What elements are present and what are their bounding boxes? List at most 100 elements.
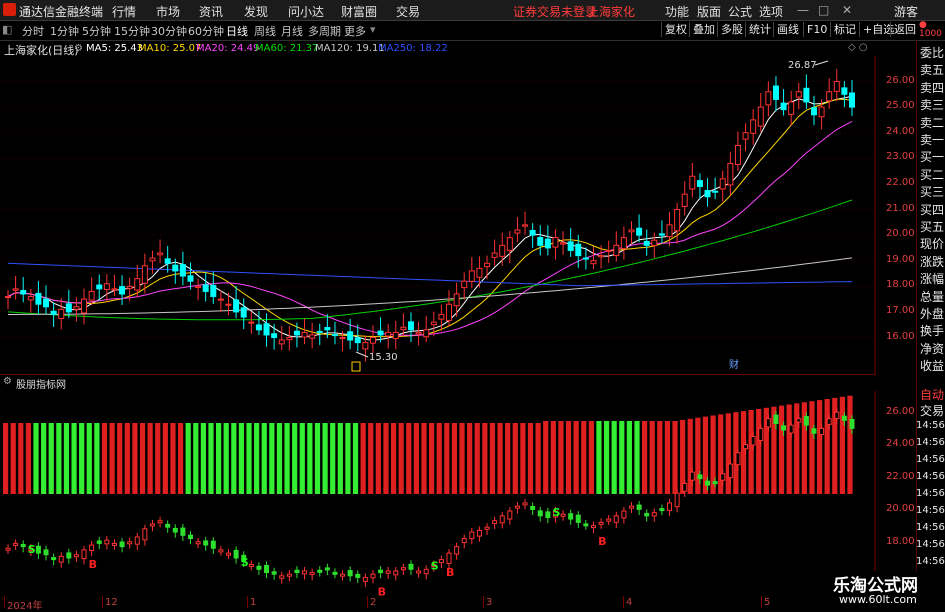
quote-field-label[interactable]: 委比 [920,44,945,61]
tab-multi-period[interactable]: 多周期 [308,23,341,39]
tongji-button[interactable]: 统计 [745,22,774,37]
diejia-button[interactable]: 叠加 [689,22,718,37]
sell-signal-label: S [431,559,439,572]
candle-body [833,81,840,92]
duogu-button[interactable]: 多股 [717,22,746,37]
date-tick-label: 12 [105,597,118,608]
menu-banmian[interactable]: 版面 [697,3,721,20]
tab-60min[interactable]: 60分钟 [188,23,224,39]
quote-field-label[interactable]: 涨幅 [920,270,945,287]
signal-bar [345,423,351,494]
tab-more[interactable]: 更多 [344,23,366,39]
mini-candle-body [233,549,239,559]
quote-field-label[interactable]: 卖四 [920,79,945,96]
user-guest[interactable]: 游客 [894,3,918,20]
signal-bar [824,399,830,494]
chart-option-icon[interactable]: ◇ ○ [848,42,868,53]
candle-body [233,299,240,313]
quote-field-label[interactable]: 买五 [920,218,945,235]
menu-xuanxiang[interactable]: 选项 [759,3,783,20]
signal-bar [505,423,511,494]
tab-monthly[interactable]: 月线 [281,23,303,39]
date-tick [247,596,248,608]
tab-daily[interactable]: 日线 [226,23,248,39]
menu-hangqing[interactable]: 行情 [112,3,136,20]
auto-trade-label[interactable]: 自动 [920,386,945,403]
signal-bar [497,423,503,494]
signal-bar [246,423,252,494]
quote-field-label[interactable]: 卖一 [920,131,945,148]
quote-field-label[interactable]: 买一 [920,148,945,165]
signal-bar [603,421,610,494]
menu-jiaoyi[interactable]: 交易 [396,3,420,20]
candle-body [278,339,285,345]
mini-candle-body [583,523,589,527]
panel-toggle-icon[interactable]: ◧ [2,23,12,36]
candle-body [377,330,384,336]
quote-field-label[interactable]: 卖二 [920,114,945,131]
candle-body [567,241,574,251]
tab-30min[interactable]: 30分钟 [151,23,187,39]
mini-candle-body [469,531,475,540]
minimize-icon[interactable]: — [797,3,809,17]
indicator-settings-icon[interactable]: ⚙ [3,376,12,387]
tab-15min[interactable]: 15分钟 [114,23,150,39]
menu-wenxiaoda[interactable]: 问小达 [288,3,324,20]
mini-candle-body [332,571,338,575]
menu-zixun[interactable]: 资讯 [199,3,223,20]
mini-candle-body [96,540,102,544]
candle-body [719,178,726,190]
quote-field-label[interactable]: 涨跌 [920,253,945,270]
menu-gongneng[interactable]: 功能 [665,3,689,20]
back-button[interactable]: 返回 [890,22,919,37]
quote-field-label[interactable]: 净资 [920,340,945,357]
trade-login-notice[interactable]: 证券交易未登录 [513,3,597,20]
indicator-chart[interactable]: BBBBSS SS [0,391,876,596]
price-tick-label: 18.00 [886,279,915,291]
menu-caifuquan[interactable]: 财富圈 [341,3,377,20]
date-tick [4,596,5,608]
tab-5min[interactable]: 5分钟 [82,23,111,39]
settings-gear-icon[interactable]: ⚙ [74,43,83,54]
tab-weekly[interactable]: 周线 [254,23,276,39]
tick-time-label: 14:56 [916,454,945,465]
mini-candle-body [172,527,178,533]
signal-bar [117,423,123,494]
tab-1min[interactable]: 1分钟 [50,23,79,39]
biaoji-button[interactable]: 标记 [830,22,859,37]
tab-fenshi[interactable]: 分时 [22,23,44,39]
close-icon[interactable]: ✕ [842,3,852,17]
more-chevron-icon[interactable]: ▾ [370,23,376,36]
quote-field-label[interactable]: 买三 [920,183,945,200]
signal-bar [147,423,153,494]
candle-body [560,242,567,245]
quote-field-label[interactable]: 外盘 [920,305,945,322]
sell-signal-label: S [28,543,36,556]
menu-gongshi[interactable]: 公式 [728,3,752,20]
quote-field-label[interactable]: 买四 [920,201,945,218]
quote-field-label[interactable]: 收益 [920,357,945,374]
quote-field-label[interactable]: 卖三 [920,96,945,113]
maximize-icon[interactable]: □ [818,3,829,17]
menu-shichang[interactable]: 市场 [156,3,180,20]
fuquan-button[interactable]: 复权 [661,22,690,37]
quote-field-label[interactable]: 买二 [920,166,945,183]
signal-bar [588,421,594,494]
candle-body [81,298,88,314]
candle-body [103,283,110,291]
auto-trade-label[interactable]: 交易 [920,402,945,419]
quote-field-label[interactable]: 总量 [920,288,945,305]
huaxian-button[interactable]: 画线 [773,22,802,37]
menu-faxian[interactable]: 发现 [244,3,268,20]
mini-candle-body [788,424,794,434]
signal-bar [573,421,579,494]
mini-candle-body [203,540,209,546]
f10-button[interactable]: F10 [803,22,830,37]
candle-body [12,288,19,291]
candle-body [5,296,11,299]
quote-field-label[interactable]: 卖五 [920,61,945,78]
candlestick-chart[interactable]: 26.87 15.30 财 [0,56,876,374]
quote-field-label[interactable]: 换手 [920,322,945,339]
candle-body [316,330,323,333]
quote-field-label[interactable]: 现价 [920,235,945,252]
